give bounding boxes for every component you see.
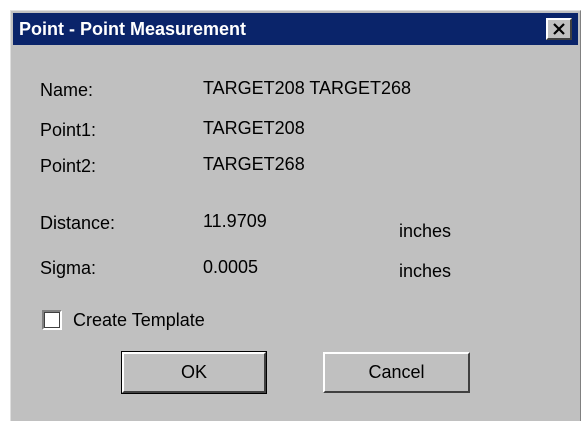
- cancel-button[interactable]: Cancel: [323, 352, 470, 393]
- point-measurement-dialog: Point - Point Measurement Name: TARGET20…: [0, 0, 586, 421]
- point2-value: TARGET268: [203, 154, 305, 174]
- name-value: TARGET208 TARGET268: [203, 78, 412, 98]
- window-title: Point - Point Measurement: [19, 19, 247, 39]
- distance-unit: inches: [399, 221, 452, 241]
- sigma-value: 0.0005: [203, 257, 259, 277]
- create-template-checkbox[interactable]: [42, 310, 62, 330]
- ok-button[interactable]: OK: [121, 351, 267, 394]
- point1-value: TARGET208: [203, 118, 305, 138]
- point1-label: Point1:: [40, 120, 97, 140]
- point2-label: Point2:: [40, 156, 97, 176]
- close-icon: [553, 23, 565, 35]
- title-bar: Point - Point Measurement: [13, 13, 578, 45]
- sigma-label: Sigma:: [40, 258, 97, 278]
- close-button[interactable]: [546, 18, 572, 40]
- sigma-unit: inches: [399, 261, 452, 281]
- distance-label: Distance:: [40, 213, 116, 233]
- name-label: Name:: [40, 80, 94, 100]
- distance-value: 11.9709: [203, 211, 267, 231]
- create-template-label[interactable]: Create Template: [73, 309, 205, 331]
